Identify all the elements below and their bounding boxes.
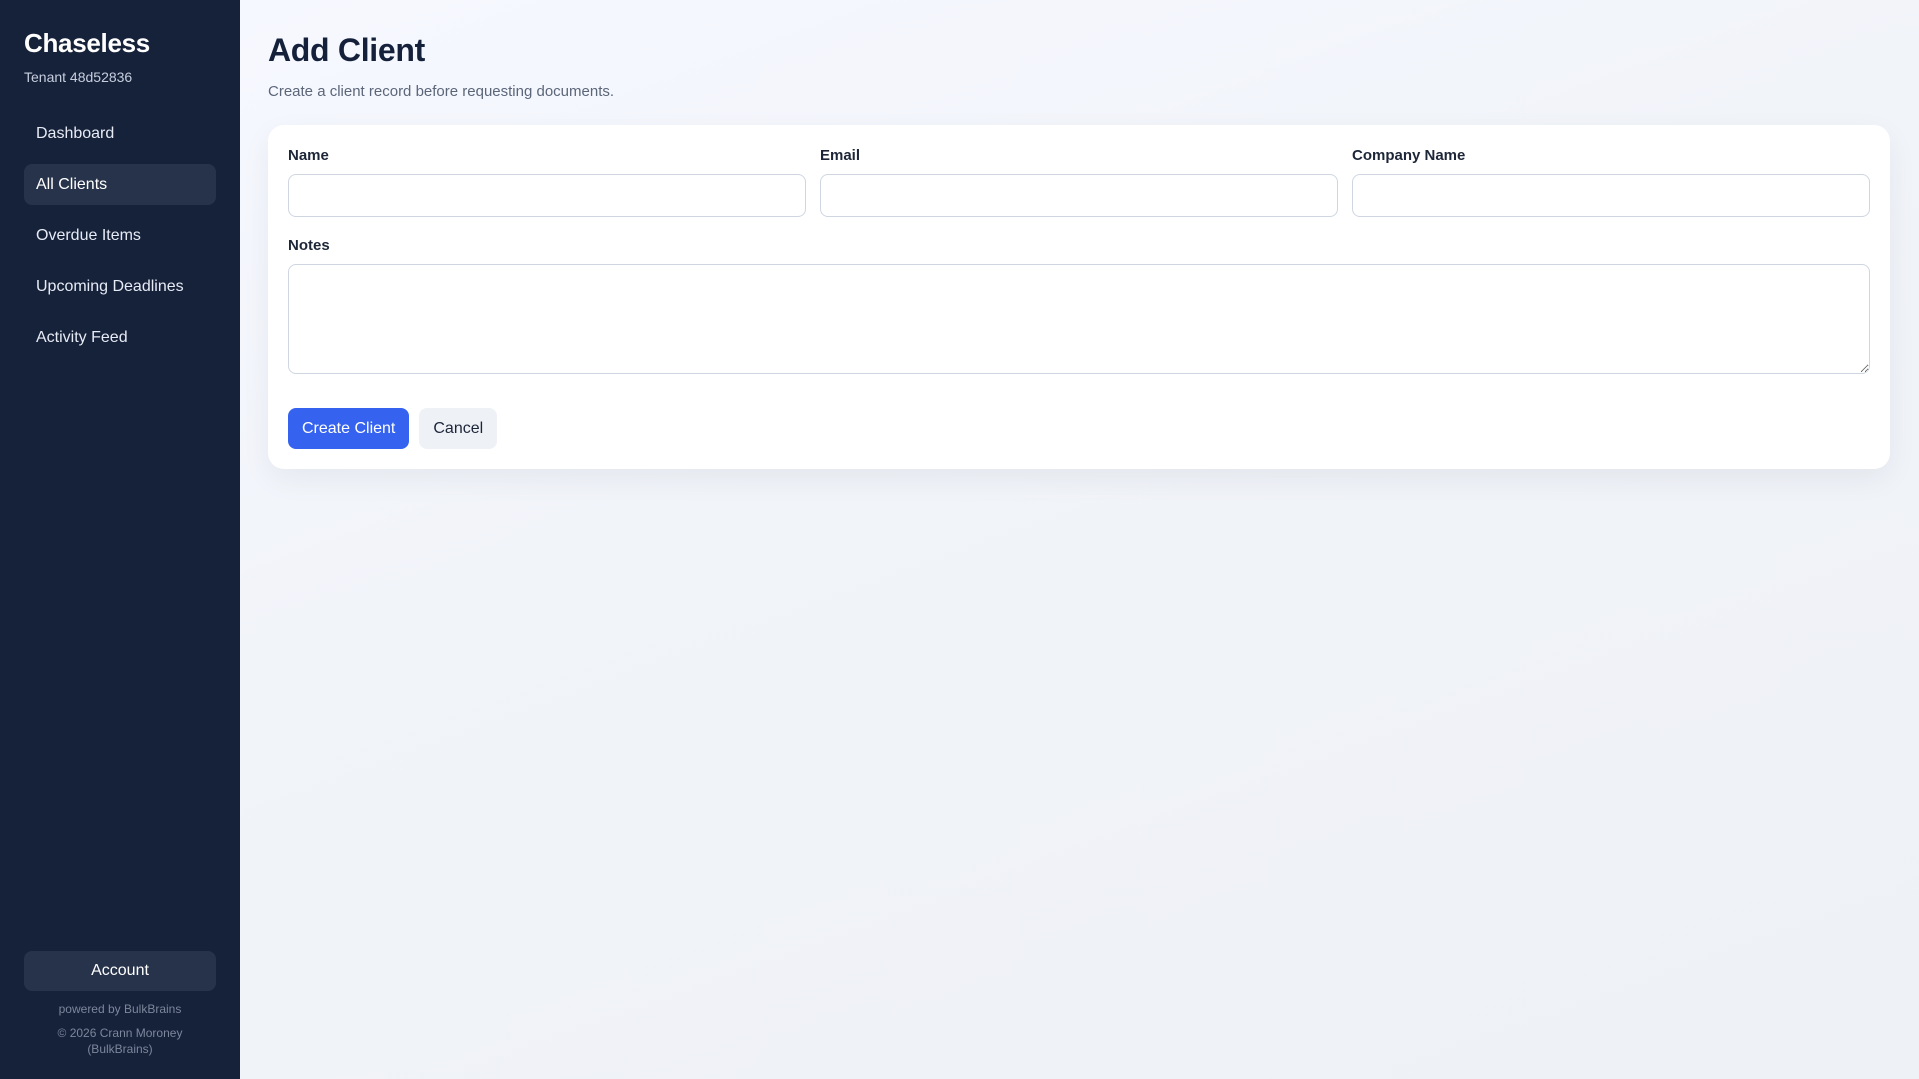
main-content: Add Client Create a client record before…: [240, 0, 1919, 1079]
company-name-input[interactable]: [1352, 174, 1870, 217]
account-button[interactable]: Account: [24, 951, 216, 991]
notes-textarea[interactable]: [288, 264, 1870, 374]
copyright-text: © 2026 Crann Moroney (BulkBrains): [24, 1025, 216, 1057]
page-title: Add Client: [268, 32, 425, 68]
sidebar-item-upcoming-deadlines[interactable]: Upcoming Deadlines: [24, 266, 216, 307]
brand-name: Chaseless: [24, 28, 150, 58]
sidebar-item-activity-feed[interactable]: Activity Feed: [24, 317, 216, 358]
name-label: Name: [288, 147, 329, 164]
email-field-group: Email: [820, 147, 1338, 217]
client-form-card: Name Email Company Name Notes Create Cli…: [268, 125, 1890, 469]
sidebar-item-dashboard[interactable]: Dashboard: [24, 113, 216, 154]
sidebar-item-all-clients[interactable]: All Clients: [24, 164, 216, 205]
sidebar-item-overdue-items[interactable]: Overdue Items: [24, 215, 216, 256]
name-field-group: Name: [288, 147, 806, 217]
form-row-top: Name Email Company Name: [288, 147, 1870, 217]
powered-by-text: powered by BulkBrains: [58, 1002, 182, 1016]
sidebar-footer: Account powered by BulkBrains © 2026 Cra…: [24, 951, 216, 1057]
sidebar: Chaseless Tenant 48d52836 Dashboard All …: [0, 0, 240, 1079]
name-input[interactable]: [288, 174, 806, 217]
cancel-button[interactable]: Cancel: [419, 408, 498, 449]
create-client-button[interactable]: Create Client: [288, 408, 410, 449]
page-subtitle: Create a client record before requesting…: [268, 83, 615, 100]
notes-field-group: Notes: [288, 237, 1870, 374]
copyright-line-1: © 2026 Crann Moroney: [57, 1026, 183, 1040]
email-input[interactable]: [820, 174, 1338, 217]
company-name-label: Company Name: [1352, 147, 1466, 164]
form-actions: Create Client Cancel: [288, 408, 1870, 449]
copyright-line-2: (BulkBrains): [87, 1042, 153, 1056]
company-name-field-group: Company Name: [1352, 147, 1870, 217]
email-label: Email: [820, 147, 861, 164]
tenant-id: Tenant 48d52836: [24, 69, 133, 85]
sidebar-nav: Dashboard All Clients Overdue Items Upco…: [24, 113, 216, 358]
notes-label: Notes: [288, 237, 330, 254]
app-window: Chaseless Tenant 48d52836 Dashboard All …: [0, 0, 1919, 1079]
